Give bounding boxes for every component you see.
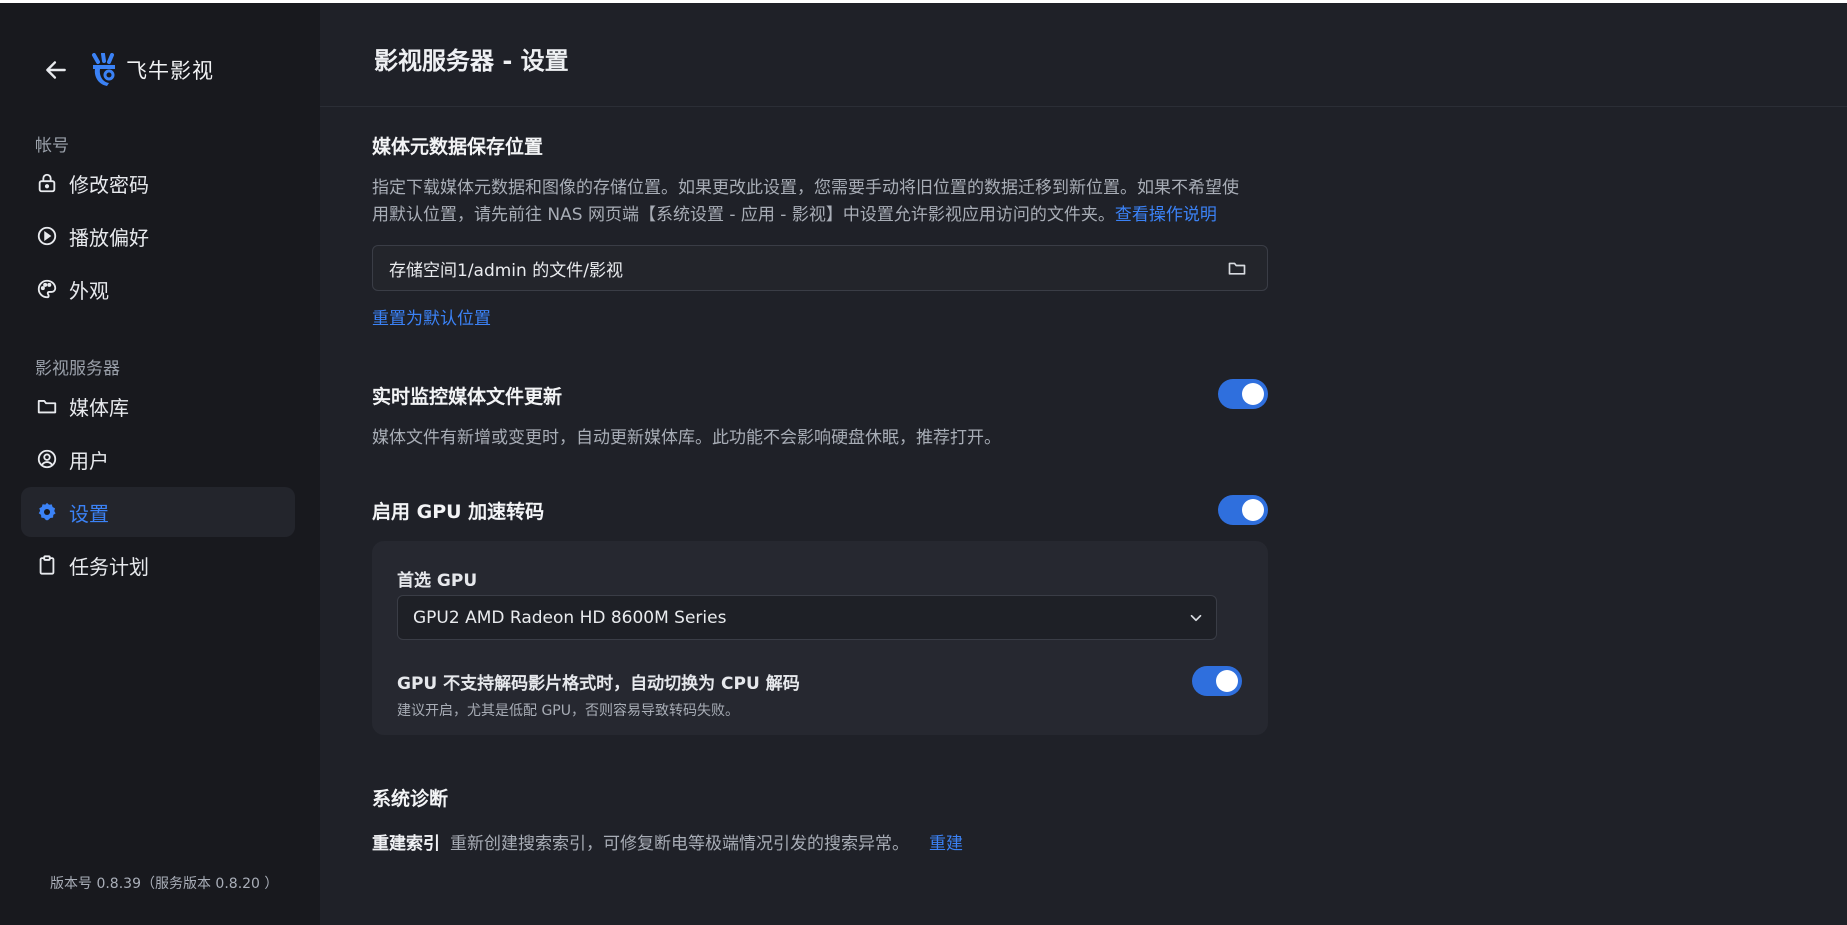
gpu-options-panel: 首选 GPU GPU2 AMD Radeon HD 8600M Series G… [372, 541, 1268, 735]
browse-folder-button[interactable] [1207, 246, 1267, 290]
cpu-fallback-toggle[interactable] [1192, 666, 1242, 696]
cpu-fallback-description: 建议开启，尤其是低配 GPU，否则容易导致转码失败。 [397, 703, 739, 719]
sidebar-item-label: 修改密码 [69, 172, 149, 197]
realtime-monitor-title: 实时监控媒体文件更新 [372, 386, 563, 408]
version-text: 版本号 0.8.39（服务版本 0.8.20 ） [50, 876, 279, 892]
sidebar-item-label: 播放偏好 [69, 225, 149, 250]
app-window: 飞牛影视 帐号 修改密码 播放偏好 外观 影视服务器 媒体库 用户 设置 任务计… [0, 3, 1847, 925]
sidebar-item-label: 设置 [69, 501, 109, 526]
realtime-monitor-description: 媒体文件有新增或变更时，自动更新媒体库。此功能不会影响硬盘休眠，推荐打开。 [372, 428, 1001, 448]
section-label-account: 帐号 [35, 136, 69, 156]
gpu-acceleration-toggle[interactable] [1218, 495, 1268, 525]
folder-icon [1228, 262, 1246, 275]
sidebar-item-appearance[interactable]: 外观 [21, 264, 295, 314]
sidebar-item-label: 用户 [69, 448, 109, 473]
metadata-path-field[interactable]: 存储空间1/admin 的文件/影视 [372, 245, 1268, 291]
metadata-location-title: 媒体元数据保存位置 [372, 136, 544, 158]
gear-icon [35, 500, 59, 524]
sidebar-item-label: 媒体库 [69, 395, 129, 420]
app-logo [90, 53, 120, 87]
main-content: 影视服务器 - 设置 媒体元数据保存位置 指定下载媒体元数据和图像的存储位置。如… [320, 3, 1847, 925]
preferred-gpu-label: 首选 GPU [397, 571, 478, 591]
sidebar-item-settings[interactable]: 设置 [21, 487, 295, 537]
lock-icon [35, 171, 59, 195]
gpu-acceleration-title: 启用 GPU 加速转码 [372, 501, 545, 523]
rebuild-index-label: 重建索引 [372, 834, 440, 854]
folder-icon [35, 394, 59, 418]
sidebar-item-change-password[interactable]: 修改密码 [21, 158, 295, 208]
sidebar-item-users[interactable]: 用户 [21, 434, 295, 484]
clipboard-icon [35, 553, 59, 577]
sidebar-item-playback-preferences[interactable]: 播放偏好 [21, 211, 295, 261]
metadata-location-desc-line2: 用默认位置，请先前往 NAS 网页端【系统设置 - 应用 - 影视】中设置允许影… [372, 205, 1115, 225]
metadata-location-desc-line1: 指定下载媒体元数据和图像的存储位置。如果更改此设置，您需要手动将旧位置的数据迁移… [372, 178, 1239, 198]
arrow-left-icon [46, 61, 66, 79]
cpu-fallback-title: GPU 不支持解码影片格式时，自动切换为 CPU 解码 [397, 674, 800, 694]
page-title: 影视服务器 - 设置 [374, 47, 569, 75]
metadata-location-description: 指定下载媒体元数据和图像的存储位置。如果更改此设置，您需要手动将旧位置的数据迁移… [372, 175, 1239, 229]
play-circle-icon [35, 224, 59, 248]
brand: 飞牛影视 [40, 53, 214, 87]
user-circle-icon [35, 447, 59, 471]
rebuild-index-row: 重建索引 重新创建搜索索引，可修复断电等极端情况引发的搜索异常。 重建 [372, 829, 963, 854]
realtime-monitor-toggle[interactable] [1218, 379, 1268, 409]
back-button[interactable] [40, 54, 72, 86]
section-label-media-server: 影视服务器 [35, 359, 120, 379]
diagnostics-title: 系统诊断 [372, 788, 449, 810]
metadata-path-value: 存储空间1/admin 的文件/影视 [389, 260, 623, 281]
preferred-gpu-value: GPU2 AMD Radeon HD 8600M Series [413, 607, 727, 628]
sidebar-item-label: 外观 [69, 278, 109, 303]
sidebar-item-label: 任务计划 [69, 554, 149, 579]
chevron-down-icon [1176, 609, 1216, 627]
sidebar-item-scheduled-tasks[interactable]: 任务计划 [21, 540, 295, 590]
feiniu-logo-icon [92, 53, 115, 86]
brand-name: 飞牛影视 [126, 59, 214, 83]
sidebar: 飞牛影视 帐号 修改密码 播放偏好 外观 影视服务器 媒体库 用户 设置 任务计… [0, 3, 320, 925]
page-header: 影视服务器 - 设置 [320, 3, 1847, 107]
sidebar-item-media-library[interactable]: 媒体库 [21, 381, 295, 431]
preferred-gpu-select[interactable]: GPU2 AMD Radeon HD 8600M Series [397, 595, 1217, 640]
rebuild-index-link[interactable]: 重建 [929, 829, 963, 854]
palette-icon [35, 277, 59, 301]
help-link[interactable]: 查看操作说明 [1115, 205, 1217, 225]
rebuild-index-description: 重新创建搜索索引，可修复断电等极端情况引发的搜索异常。 [450, 834, 909, 854]
reset-default-location-link[interactable]: 重置为默认位置 [372, 304, 491, 329]
